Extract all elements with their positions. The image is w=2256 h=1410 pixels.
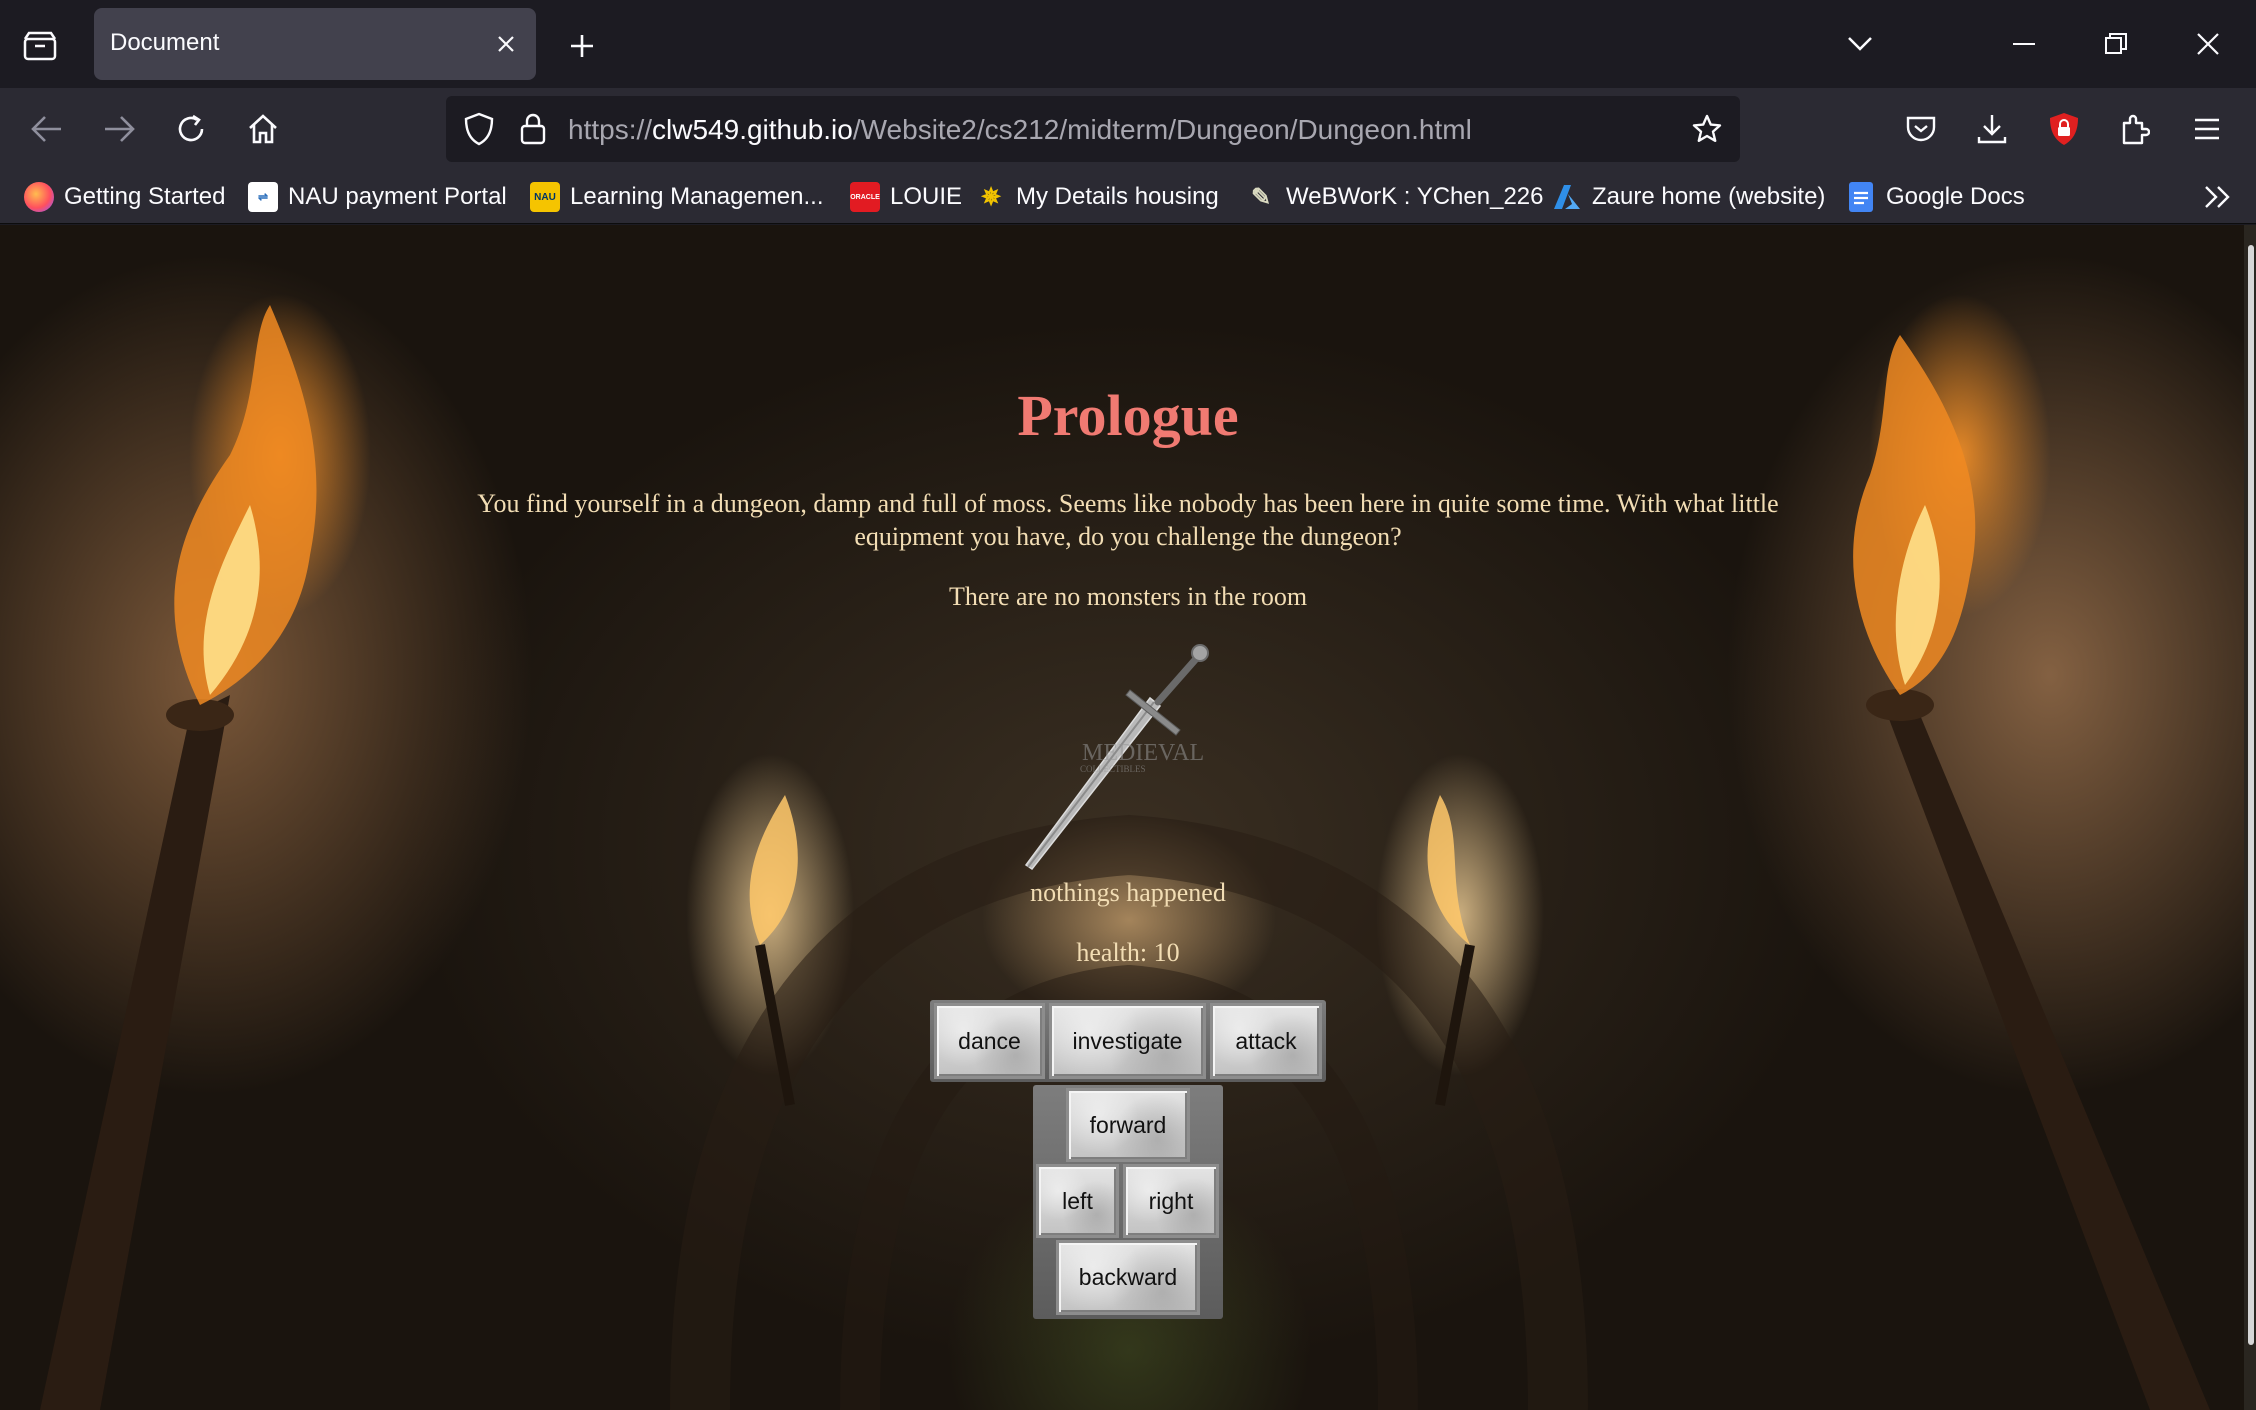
- lock-icon[interactable]: [514, 110, 552, 148]
- investigate-button[interactable]: investigate: [1049, 1003, 1206, 1079]
- oracle-icon: ORACLE: [850, 182, 880, 212]
- bookmark-label: Zaure home (website): [1592, 183, 1826, 210]
- chevron-down-icon[interactable]: [1838, 22, 1882, 66]
- home-icon[interactable]: [238, 104, 288, 154]
- page-viewport: Prologue You find yourself in a dungeon,…: [0, 225, 2256, 1410]
- bookmark-zaure-home[interactable]: Zaure home (website): [1552, 178, 1825, 216]
- minimize-icon[interactable]: [2002, 22, 2046, 66]
- url-text[interactable]: https://clw549.github.io/Website2/cs212/…: [568, 114, 1472, 146]
- bookmark-label: NAU payment Portal: [288, 183, 507, 210]
- bookmark-label: Google Docs: [1886, 183, 2025, 210]
- active-tab[interactable]: Document: [94, 8, 536, 80]
- google-docs-icon: [1846, 182, 1876, 212]
- forward-button[interactable]: forward: [1066, 1088, 1190, 1162]
- bookmark-label: Learning Managemen...: [570, 183, 824, 210]
- bookmark-louie[interactable]: ORACLE LOUIE: [850, 178, 962, 216]
- bookmark-label: WeBWorK : YChen_226: [1286, 183, 1544, 210]
- firefox-icon: [24, 182, 54, 212]
- new-tab-icon[interactable]: [560, 24, 604, 68]
- url-host: clw549.github.io: [652, 114, 853, 145]
- bookmark-my-details-housing[interactable]: ✵ My Details housing: [976, 178, 1219, 216]
- bookmarks-toolbar: Getting Started ⇌ NAU payment Portal NAU…: [0, 170, 2256, 224]
- bookmark-label: LOUIE: [890, 183, 963, 210]
- bookmark-webwork[interactable]: ✎ WeBWorK : YChen_226: [1246, 178, 1544, 216]
- sword-image: MEDIEVAL COLLECTIBLES: [1024, 644, 1209, 870]
- azure-icon: [1552, 182, 1582, 212]
- window-close-icon[interactable]: [2186, 22, 2230, 66]
- monster-status: There are no monsters in the room: [948, 582, 1308, 611]
- event-text: nothings happened: [1030, 878, 1226, 907]
- scrollbar-thumb[interactable]: [2248, 245, 2254, 1345]
- forward-arrow-icon[interactable]: [94, 104, 144, 154]
- reload-icon[interactable]: [166, 104, 216, 154]
- watermark-subtext: COLLECTIBLES: [1080, 764, 1146, 774]
- watermark-text: MEDIEVAL: [1082, 740, 1204, 766]
- close-tab-icon[interactable]: [490, 28, 522, 60]
- download-icon[interactable]: [1967, 104, 2017, 154]
- url-scheme: https://: [568, 114, 653, 145]
- bookmark-google-docs[interactable]: Google Docs: [1846, 178, 2025, 216]
- intro-text: You find yourself in a dungeon, damp and…: [477, 489, 1779, 551]
- ublock-shield-icon[interactable]: [2039, 104, 2089, 154]
- health-text: health: 10: [1076, 938, 1180, 967]
- navigation-toolbar: https://clw549.github.io/Website2/cs212/…: [0, 88, 2256, 170]
- shield-icon[interactable]: [460, 110, 498, 148]
- tab-title: Document: [110, 29, 220, 56]
- page-title: Prologue: [1017, 383, 1239, 448]
- nau-icon: NAU: [530, 182, 560, 212]
- attack-button[interactable]: attack: [1210, 1003, 1322, 1079]
- address-bar[interactable]: https://clw549.github.io/Website2/cs212/…: [446, 96, 1740, 162]
- housing-icon: ✵: [980, 183, 1002, 211]
- menu-icon[interactable]: [2182, 104, 2232, 154]
- firefox-view-icon[interactable]: [18, 24, 62, 68]
- bookmark-label: Getting Started: [64, 183, 226, 210]
- dance-button[interactable]: dance: [934, 1003, 1045, 1079]
- back-arrow-icon[interactable]: [22, 104, 72, 154]
- bookmark-label: My Details housing: [1016, 183, 1219, 210]
- bookmark-nau-payment-portal[interactable]: ⇌ NAU payment Portal: [248, 178, 507, 216]
- chevron-double-right-icon[interactable]: [2198, 178, 2236, 216]
- bookmark-learning-management[interactable]: NAU Learning Managemen...: [530, 178, 824, 216]
- tab-bar: Document: [0, 0, 2256, 88]
- left-button[interactable]: left: [1036, 1164, 1119, 1238]
- restore-icon[interactable]: [2094, 22, 2138, 66]
- backward-button[interactable]: backward: [1056, 1240, 1200, 1315]
- bookmark-star-icon[interactable]: [1688, 110, 1726, 148]
- payment-portal-icon: ⇌: [248, 182, 278, 212]
- webwork-icon: ✎: [1250, 183, 1272, 211]
- url-path: /Website2/cs212/midterm/Dungeon/Dungeon.…: [852, 114, 1472, 145]
- right-button[interactable]: right: [1123, 1164, 1219, 1238]
- bookmark-getting-started[interactable]: Getting Started: [24, 178, 225, 216]
- extensions-icon[interactable]: [2110, 104, 2160, 154]
- pocket-icon[interactable]: [1896, 104, 1946, 154]
- page-scrollbar[interactable]: [2244, 225, 2256, 1410]
